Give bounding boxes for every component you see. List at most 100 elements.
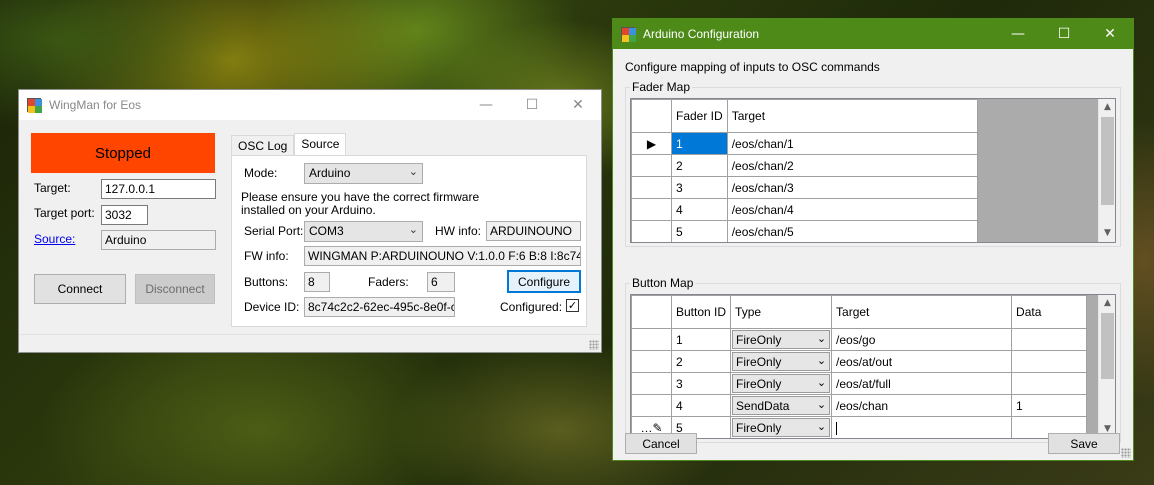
source-link[interactable]: Source: [34,232,75,246]
column-header-target[interactable]: Target [726,99,978,133]
device-id-label: Device ID: [244,300,300,314]
button-target-value: /eos/at/full [836,376,891,391]
row-header[interactable] [631,372,672,395]
close-icon[interactable]: ✕ [555,90,601,120]
scroll-up-icon[interactable]: ▲ [1099,295,1115,312]
cancel-button[interactable]: Cancel [625,433,697,454]
serial-port-select[interactable]: COM3 ⌄ [304,221,423,242]
fader-id-cell[interactable]: 3 [671,176,728,199]
button-map-grid[interactable]: Button ID Type Target Data 1 FireOnly ⌄ /eo… [630,294,1116,439]
fader-map-scrollbar[interactable]: ▲ ▼ [1098,99,1115,242]
button-data-cell[interactable] [1011,350,1088,373]
fader-target-cell[interactable]: /eos/chan/4 [726,198,978,221]
button-id-cell[interactable]: 4 [670,394,732,417]
maximize-icon[interactable]: ☐ [1041,19,1087,49]
target-port-input[interactable]: 3032 [101,205,148,225]
minimize-icon[interactable]: — [463,90,509,120]
source-tab-page: Mode: Arduino ⌄ Please ensure you have t… [231,155,587,327]
fader-row[interactable]: 3/eos/chan/3 [631,176,978,199]
disconnect-button[interactable]: Disconnect [135,274,215,304]
fader-id-cell[interactable]: 5 [671,220,728,242]
configure-button[interactable]: Configure [507,270,581,293]
scroll-down-icon[interactable]: ▼ [1099,225,1115,242]
mode-select[interactable]: Arduino ⌄ [304,163,423,184]
fader-target-cell[interactable]: /eos/chan/3 [726,176,978,199]
button-map-group: Button Map Button ID Type Target Data 1F… [625,276,1121,443]
button-data-cell[interactable] [1011,372,1088,395]
scroll-up-icon[interactable]: ▲ [1099,99,1115,116]
button-type-cell[interactable]: FireOnly ⌄ [730,372,833,395]
button-id-cell[interactable]: 2 [670,350,732,373]
button-id-cell[interactable]: 1 [670,328,732,351]
type-select[interactable]: FireOnly ⌄ [732,418,831,437]
tab-source[interactable]: Source [294,133,347,157]
button-type-cell[interactable]: FireOnly ⌄ [730,350,833,373]
column-header-type[interactable]: Type [730,295,833,329]
maximize-icon[interactable]: ☐ [509,90,555,120]
fader-id-cell[interactable]: 2 [671,154,728,177]
button-target-cell[interactable] [831,416,1013,438]
button-target-cell[interactable]: /eos/go [831,328,1013,351]
button-target-cell[interactable]: /eos/chan [831,394,1013,417]
type-value: FireOnly [736,377,782,391]
button-id-cell[interactable]: 3 [670,372,732,395]
row-header[interactable] [631,328,672,351]
row-header[interactable] [631,350,672,373]
chevron-down-icon: ⌄ [816,377,827,389]
fader-row[interactable]: ▶ 1/eos/chan/1 [631,132,978,155]
row-header[interactable]: ▶ [631,132,672,155]
column-header-button-id[interactable]: Button ID [670,295,732,329]
window-title: Arduino Configuration [643,27,760,41]
tab-osc-log[interactable]: OSC Log [231,135,295,157]
fader-id-cell[interactable]: 1 [671,132,728,155]
column-header-data[interactable]: Data [1011,295,1088,329]
connect-button[interactable]: Connect [34,274,126,304]
close-icon[interactable]: ✕ [1087,19,1133,49]
scroll-thumb[interactable] [1101,117,1114,205]
fader-target-cell[interactable]: /eos/chan/1 [726,132,978,155]
type-select[interactable]: FireOnly ⌄ [732,330,831,349]
button-type-cell[interactable]: SendData ⌄ [730,394,833,417]
button-type-cell[interactable]: FireOnly ⌄ [730,416,833,438]
button-target-cell[interactable]: /eos/at/full [831,372,1013,395]
target-input[interactable]: 127.0.0.1 [101,179,216,199]
type-select[interactable]: SendData ⌄ [732,396,831,415]
fader-row[interactable]: 2/eos/chan/2 [631,154,978,177]
button-type-cell[interactable]: FireOnly ⌄ [730,328,833,351]
type-value: SendData [736,399,790,413]
button-row[interactable]: …✎ 5 FireOnly ⌄ [631,416,1088,438]
fader-target-cell[interactable]: /eos/chan/5 [726,220,978,242]
wingman-titlebar[interactable]: WingMan for Eos — ☐ ✕ [19,90,601,120]
minimize-icon[interactable]: — [995,19,1041,49]
button-target-cell[interactable]: /eos/at/out [831,350,1013,373]
button-row[interactable]: 4 SendData ⌄ /eos/chan 1 [631,394,1088,417]
column-header-target[interactable]: Target [831,295,1013,329]
target-label: Target: [34,181,71,195]
row-header[interactable] [631,176,672,199]
resize-grip-icon[interactable] [1121,448,1131,458]
fader-row[interactable]: 5/eos/chan/5 [631,220,978,242]
button-data-cell[interactable] [1011,328,1088,351]
type-select[interactable]: FireOnly ⌄ [732,374,831,393]
fader-target-cell[interactable]: /eos/chan/2 [726,154,978,177]
save-button[interactable]: Save [1048,433,1120,454]
fader-row[interactable]: 4/eos/chan/4 [631,198,978,221]
row-header[interactable] [631,220,672,242]
configured-checkbox[interactable]: ✓ [566,299,579,312]
fader-map-grid[interactable]: Fader ID Target ▶ 1/eos/chan/1 2/eos/chan/… [630,98,1116,243]
button-map-scrollbar[interactable]: ▲ ▼ [1098,295,1115,438]
button-row[interactable]: 1 FireOnly ⌄ /eos/go [631,328,1088,351]
button-row[interactable]: 2 FireOnly ⌄ /eos/at/out [631,350,1088,373]
fader-id-cell[interactable]: 4 [671,198,728,221]
row-header[interactable] [631,198,672,221]
arduino-titlebar[interactable]: Arduino Configuration — ☐ ✕ [613,19,1133,49]
type-select[interactable]: FireOnly ⌄ [732,352,831,371]
column-header-fader-id[interactable]: Fader ID [671,99,728,133]
resize-grip-icon[interactable] [589,340,599,350]
scroll-thumb[interactable] [1101,313,1114,379]
buttons-count: 8 [304,272,330,292]
button-data-cell[interactable]: 1 [1011,394,1088,417]
button-row[interactable]: 3 FireOnly ⌄ /eos/at/full [631,372,1088,395]
row-header[interactable] [631,394,672,417]
row-header[interactable] [631,154,672,177]
